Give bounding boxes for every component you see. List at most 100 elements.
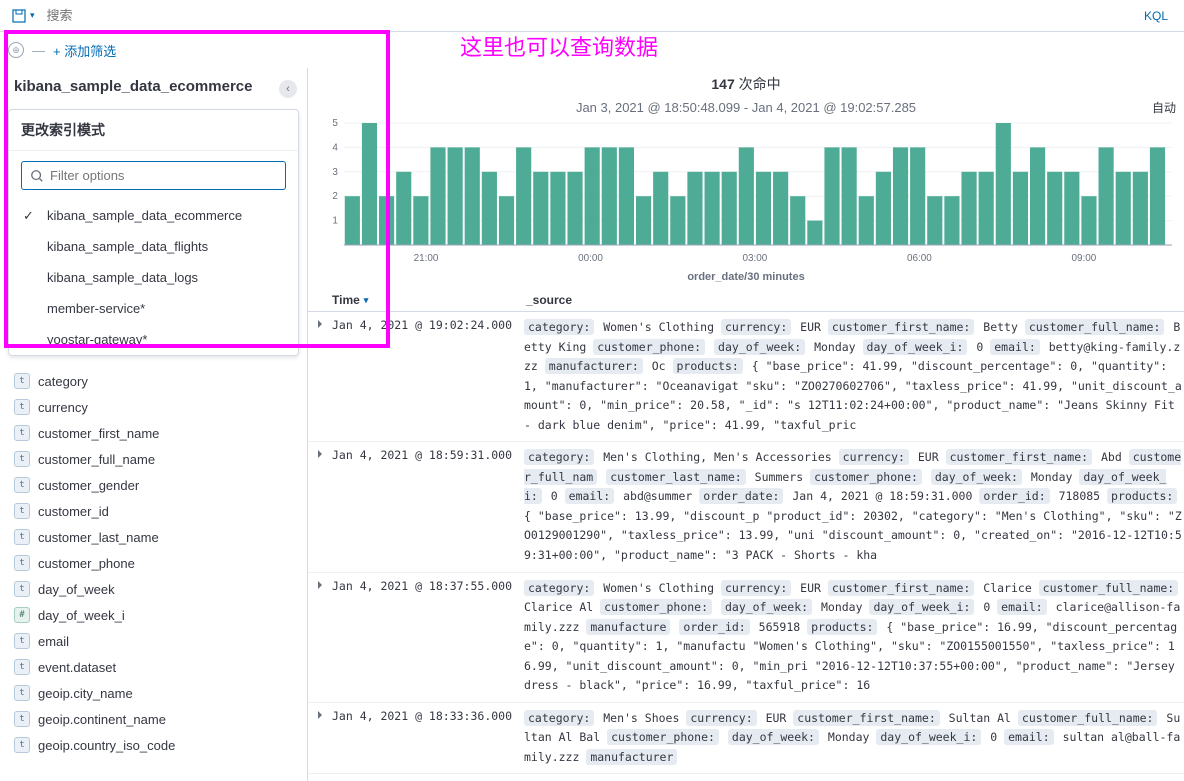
doc-source: category: Women's Clothing currency: EUR… [518, 318, 1184, 435]
field-type-badge: t [14, 581, 30, 597]
index-option[interactable]: yoostar-gateway* [9, 324, 298, 355]
doc-source: category: Women's Clothing currency: EUR… [518, 579, 1184, 696]
field-name: currency [38, 400, 88, 415]
field-item[interactable]: t customer_id [0, 498, 307, 524]
field-type-badge: t [14, 659, 30, 675]
doc-time: Jan 4, 2021 @ 18:59:31.000 [332, 448, 518, 565]
doc-time: Jan 4, 2021 @ 18:37:55.000 [332, 579, 518, 696]
field-name: customer_full_name [38, 452, 155, 467]
field-name: customer_last_name [38, 530, 159, 545]
field-item[interactable]: t event.dataset [0, 654, 307, 680]
close-dropdown-button[interactable]: ‹ [279, 80, 297, 98]
field-type-badge: t [14, 425, 30, 441]
x-axis-label: order_date/30 minutes [308, 269, 1184, 289]
svg-text:4: 4 [332, 142, 338, 153]
svg-text:1: 1 [332, 216, 338, 227]
doc-source: category: Men's Clothing, Men's Accessor… [518, 448, 1184, 565]
field-type-badge: t [14, 477, 30, 493]
document-row: Jan 4, 2021 @ 18:33:36.000 category: Men… [308, 703, 1184, 775]
field-item[interactable]: t customer_first_name [0, 420, 307, 446]
svg-text:09:00: 09:00 [1071, 253, 1096, 264]
field-item[interactable]: temail [0, 628, 307, 654]
field-type-badge: t [14, 685, 30, 701]
index-option[interactable]: member-service* [9, 293, 298, 324]
expand-row-button[interactable] [308, 709, 332, 768]
field-name: customer_phone [38, 556, 135, 571]
field-name: day_of_week_i [38, 608, 125, 623]
field-name: customer_gender [38, 478, 139, 493]
expand-row-button[interactable] [308, 579, 332, 696]
dropdown-search[interactable] [21, 161, 286, 190]
filter-options-input[interactable] [50, 168, 277, 183]
svg-text:06:00: 06:00 [907, 253, 932, 264]
field-name: customer_first_name [38, 426, 159, 441]
svg-text:3: 3 [332, 167, 338, 178]
field-item[interactable]: t customer_full_name [0, 446, 307, 472]
histogram-chart[interactable]: 1234521:0000:0003:0006:0009:00 [308, 119, 1184, 269]
expand-row-button[interactable] [308, 448, 332, 565]
chevron-right-icon [318, 711, 322, 719]
svg-text:03:00: 03:00 [743, 253, 768, 264]
index-pattern-label: kibana_sample_data_ecommerce [14, 78, 252, 95]
chevron-right-icon [318, 320, 322, 328]
field-name: geoip.city_name [38, 686, 133, 701]
index-option[interactable]: kibana_sample_data_ecommerce [9, 200, 298, 231]
field-name: geoip.country_iso_code [38, 738, 175, 753]
time-column-header[interactable]: Time▾ [332, 293, 518, 307]
expand-row-button[interactable] [308, 318, 332, 435]
save-button[interactable]: ▾ [8, 5, 39, 27]
field-name: day_of_week [38, 582, 115, 597]
field-type-badge: t [14, 711, 30, 727]
field-type-badge: t [14, 737, 30, 753]
field-name: geoip.continent_name [38, 712, 166, 727]
document-row: Jan 4, 2021 @ 18:59:31.000 category: Men… [308, 442, 1184, 572]
field-item[interactable]: t customer_phone [0, 550, 307, 576]
search-icon [30, 169, 44, 183]
doc-time: Jan 4, 2021 @ 18:33:36.000 [332, 709, 518, 768]
doc-time: Jan 4, 2021 @ 19:02:24.000 [332, 318, 518, 435]
index-pattern-dropdown: 更改索引模式 kibana_sample_data_ecommercekiban… [8, 109, 299, 356]
field-item[interactable]: # day_of_week_i [0, 602, 307, 628]
field-item[interactable]: t day_of_week [0, 576, 307, 602]
svg-text:00:00: 00:00 [578, 253, 603, 264]
dropdown-title: 更改索引模式 [9, 110, 298, 151]
field-item[interactable]: t currency [0, 394, 307, 420]
kql-button[interactable]: KQL [1136, 9, 1176, 23]
save-icon [12, 9, 26, 23]
field-type-badge: t [14, 399, 30, 415]
doc-source: category: Men's Shoes currency: EUR cust… [518, 709, 1184, 768]
field-type-badge: t [14, 633, 30, 649]
annotation-text: 这里也可以查询数据 [460, 30, 658, 62]
svg-text:5: 5 [332, 119, 338, 129]
chevron-right-icon [318, 450, 322, 458]
field-type-badge: t [14, 373, 30, 389]
field-item[interactable]: t customer_last_name [0, 524, 307, 550]
field-type-badge: t [14, 451, 30, 467]
time-range: Jan 3, 2021 @ 18:50:48.099 - Jan 4, 2021… [308, 100, 1184, 119]
field-name: category [38, 374, 88, 389]
field-type-badge: t [14, 503, 30, 519]
field-item[interactable]: t customer_gender [0, 472, 307, 498]
filter-icon[interactable]: ⊕ [8, 42, 24, 58]
field-item[interactable]: t geoip.continent_name [0, 706, 307, 732]
field-type-badge: t [14, 555, 30, 571]
field-item[interactable]: t geoip.country_iso_code [0, 732, 307, 758]
index-option[interactable]: kibana_sample_data_logs [9, 262, 298, 293]
chevron-right-icon [318, 581, 322, 589]
index-option[interactable]: kibana_sample_data_flights [9, 231, 298, 262]
document-row: Jan 4, 2021 @ 19:02:24.000 category: Wom… [308, 312, 1184, 442]
auto-interval-button[interactable]: 自动 [1152, 99, 1176, 116]
field-type-badge: # [14, 607, 30, 623]
field-name: customer_id [38, 504, 109, 519]
field-item[interactable]: t category [0, 368, 307, 394]
field-type-badge: t [14, 529, 30, 545]
field-name: event.dataset [38, 660, 116, 675]
document-row: Jan 4, 2021 @ 18:37:55.000 category: Wom… [308, 573, 1184, 703]
source-column-header: _source [518, 293, 1184, 307]
index-pattern-selector[interactable]: kibana_sample_data_ecommerce [0, 68, 307, 105]
field-item[interactable]: t geoip.city_name [0, 680, 307, 706]
search-input[interactable] [39, 4, 1136, 27]
hits-count: 147 次命中 [308, 68, 1184, 100]
add-filter-link[interactable]: + 添加筛选 [53, 41, 116, 60]
svg-text:21:00: 21:00 [414, 253, 439, 264]
